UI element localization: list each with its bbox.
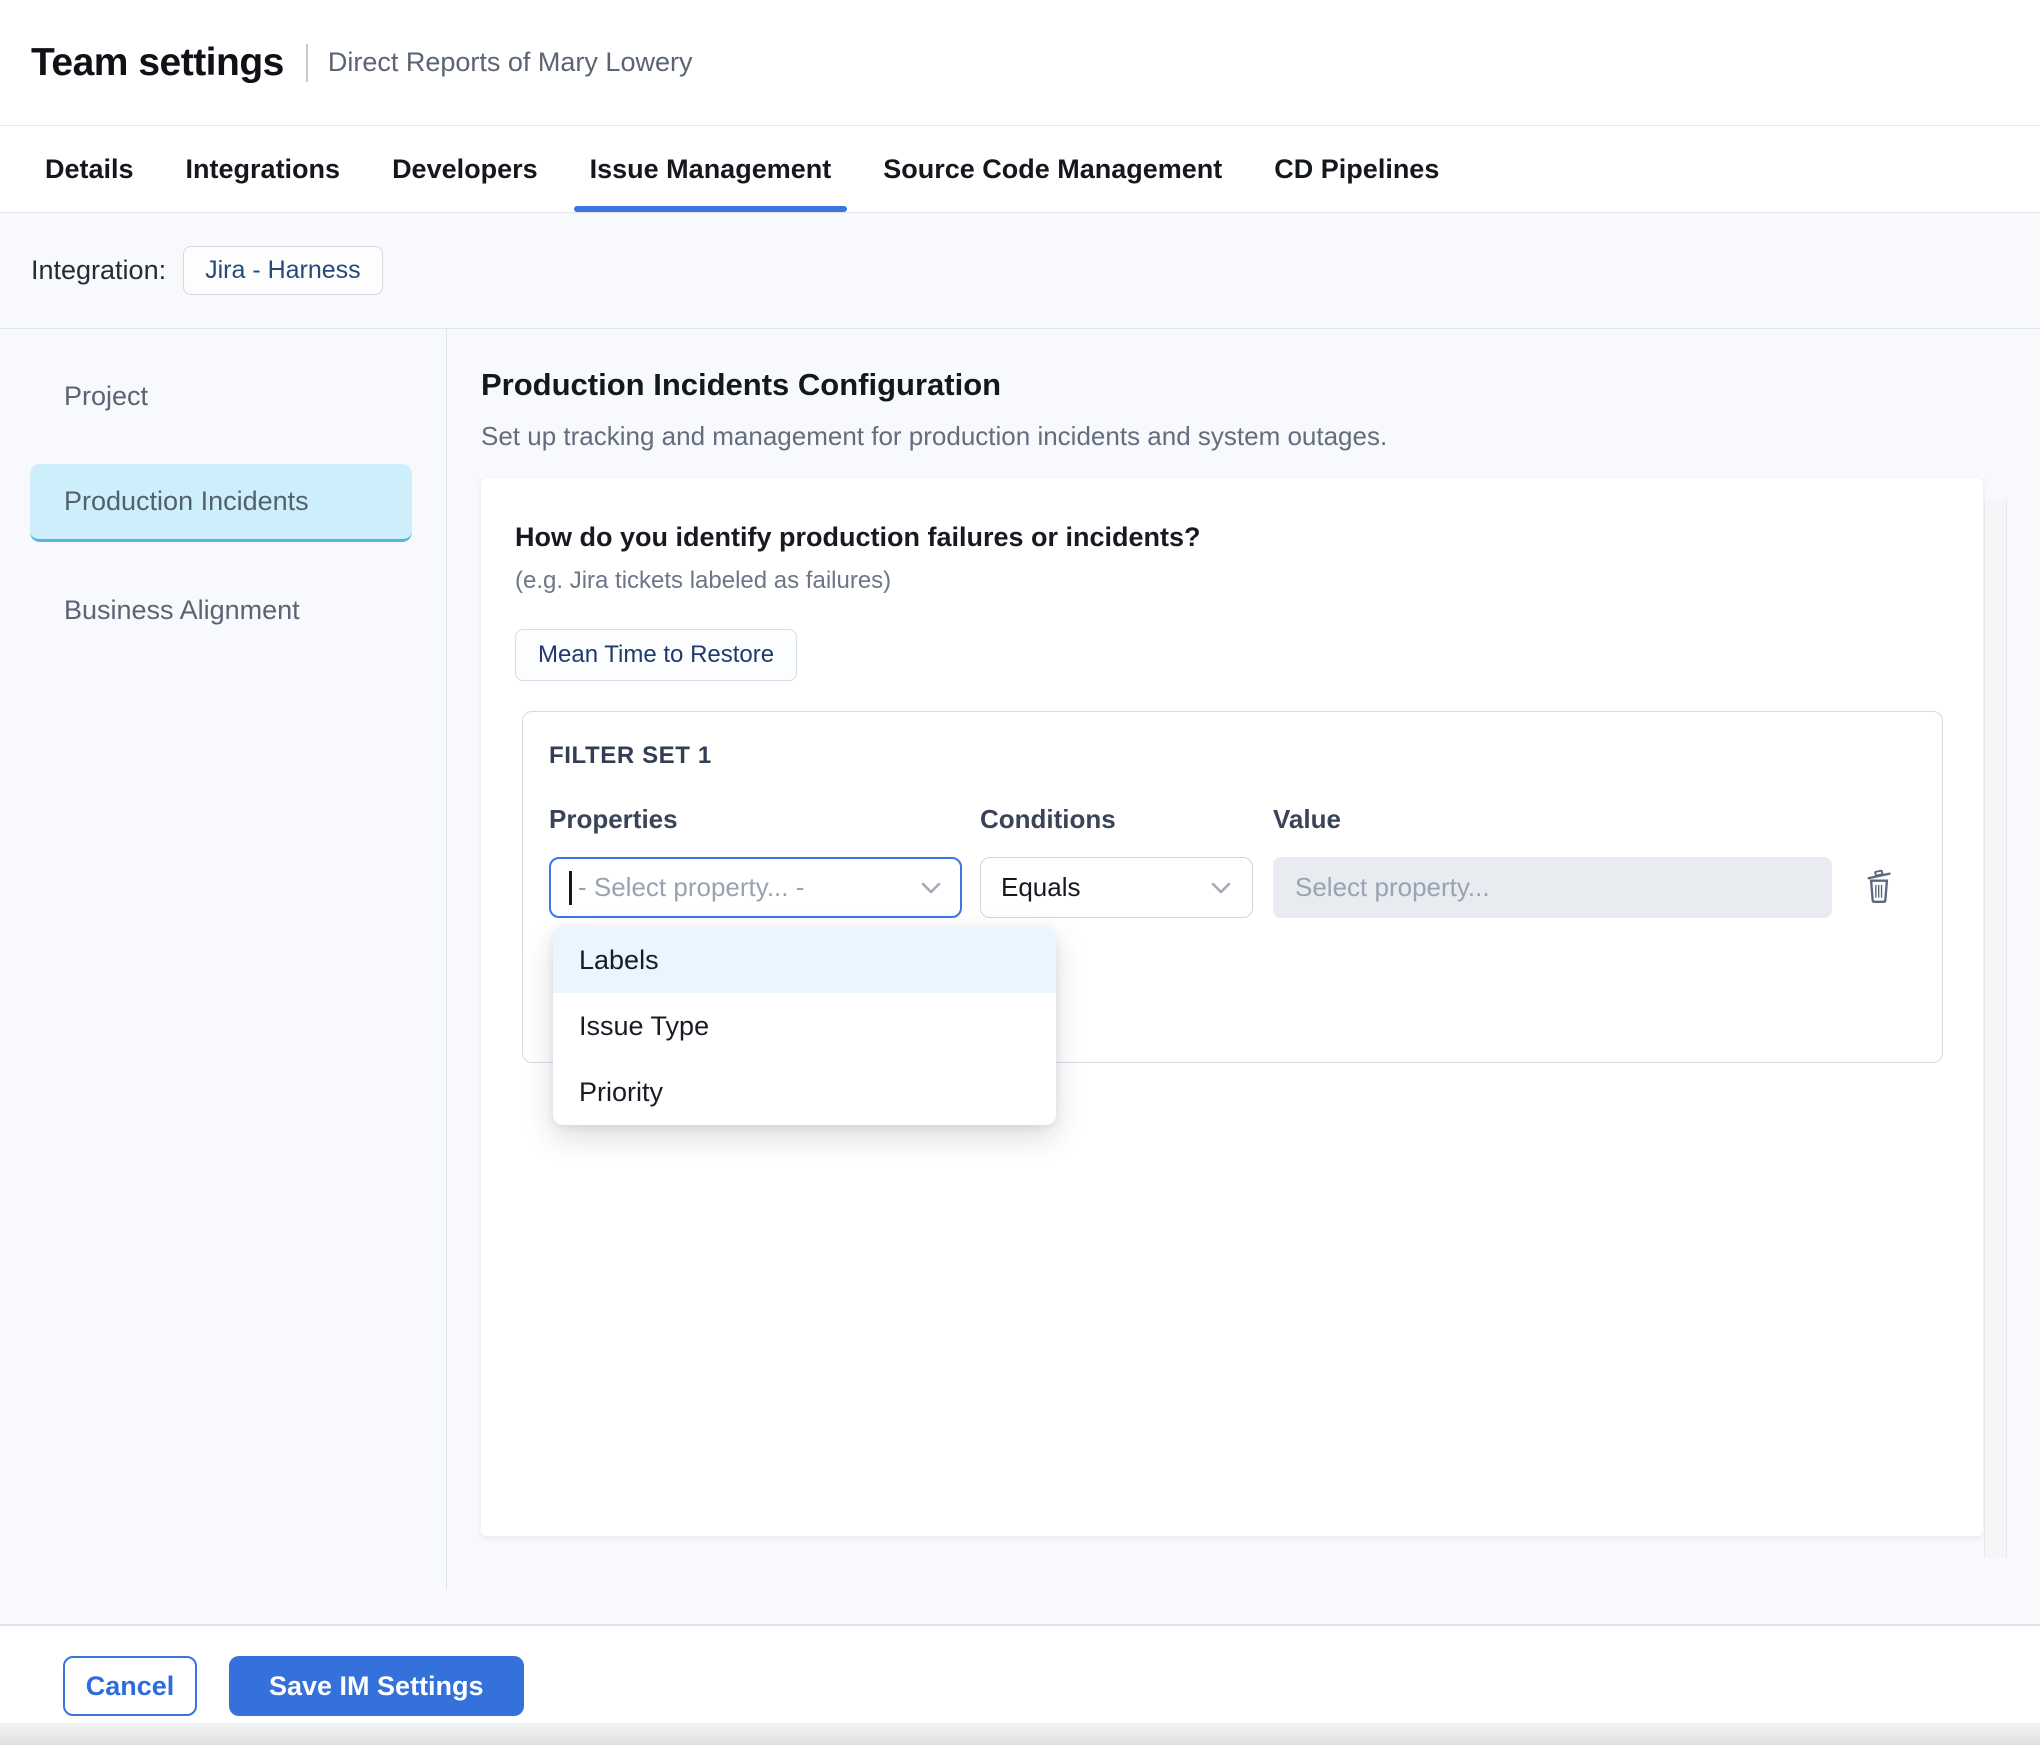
- integration-label: Integration:: [31, 255, 166, 286]
- app-header: Team settings Direct Reports of Mary Low…: [0, 0, 2040, 126]
- property-select[interactable]: - Select property... -: [549, 857, 962, 918]
- sidebar-item-production-incidents[interactable]: Production Incidents: [30, 464, 412, 542]
- tab-developers[interactable]: Developers: [392, 126, 538, 212]
- conditions-column: Conditions Equals: [980, 804, 1253, 918]
- filter-set-title: FILTER SET 1: [549, 742, 1942, 770]
- integration-chip[interactable]: Jira - Harness: [183, 246, 383, 295]
- bottom-edge-shadow: [0, 1723, 2040, 1745]
- filter-row: Properties - Select property... -: [549, 804, 1942, 918]
- main-panel: Production Incidents Configuration Set u…: [447, 329, 2040, 1624]
- condition-select[interactable]: Equals: [980, 857, 1253, 918]
- integration-bar: Integration: Jira - Harness: [0, 213, 2040, 329]
- page-subtitle: Direct Reports of Mary Lowery: [328, 47, 693, 78]
- text-cursor: [569, 871, 572, 905]
- tab-integrations[interactable]: Integrations: [186, 126, 341, 212]
- value-column-header: Value: [1273, 804, 1832, 835]
- value-input-placeholder: Select property...: [1295, 872, 1490, 903]
- properties-column: Properties - Select property... -: [549, 804, 962, 918]
- section-description: Set up tracking and management for produ…: [481, 421, 2040, 452]
- filter-set-card: FILTER SET 1 Properties - Select propert…: [522, 711, 1943, 1063]
- tab-source-code-management[interactable]: Source Code Management: [883, 126, 1222, 212]
- dropdown-option-labels[interactable]: Labels: [553, 927, 1056, 993]
- trash-icon: [1862, 893, 1896, 908]
- incidents-config-card: How do you identify production failures …: [481, 478, 1983, 1536]
- tab-issue-management[interactable]: Issue Management: [590, 126, 832, 212]
- section-title: Production Incidents Configuration: [481, 367, 2040, 403]
- team-settings-page: Team settings Direct Reports of Mary Low…: [0, 0, 2040, 1750]
- chevron-down-icon: [920, 881, 942, 895]
- value-column: Value Select property...: [1273, 804, 1832, 918]
- tab-bar: Details Integrations Developers Issue Ma…: [0, 126, 2040, 213]
- property-dropdown-menu: Labels Issue Type Priority: [553, 927, 1056, 1125]
- chevron-down-icon: [1210, 881, 1232, 895]
- dropdown-option-priority[interactable]: Priority: [553, 1059, 1056, 1125]
- content-area: Project Production Incidents Business Al…: [0, 329, 2040, 1624]
- dropdown-option-issue-type[interactable]: Issue Type: [553, 993, 1056, 1059]
- tab-cd-pipelines[interactable]: CD Pipelines: [1274, 126, 1439, 212]
- tab-details[interactable]: Details: [45, 126, 134, 212]
- settings-sidebar: Project Production Incidents Business Al…: [0, 329, 447, 1590]
- properties-column-header: Properties: [549, 804, 962, 835]
- footer-action-bar: Cancel Save IM Settings: [0, 1624, 2040, 1723]
- save-im-settings-button[interactable]: Save IM Settings: [229, 1656, 524, 1716]
- metric-tab-mean-time-to-restore[interactable]: Mean Time to Restore: [515, 629, 797, 681]
- config-question-hint: (e.g. Jira tickets labeled as failures): [515, 567, 1983, 595]
- page-title: Team settings: [31, 41, 284, 85]
- sidebar-item-project[interactable]: Project: [30, 357, 412, 435]
- conditions-column-header: Conditions: [980, 804, 1253, 835]
- delete-filter-button[interactable]: [1860, 865, 1898, 910]
- property-select-placeholder: - Select property... -: [578, 872, 804, 903]
- condition-selected-value: Equals: [1001, 872, 1081, 903]
- value-input[interactable]: Select property...: [1273, 857, 1832, 918]
- sidebar-item-business-alignment[interactable]: Business Alignment: [30, 571, 412, 649]
- title-separator: [306, 44, 308, 82]
- cancel-button[interactable]: Cancel: [63, 1656, 197, 1716]
- config-question: How do you identify production failures …: [515, 522, 1983, 553]
- delete-filter-cell: [1860, 857, 1898, 918]
- scrollbar-track[interactable]: [1984, 500, 2007, 1558]
